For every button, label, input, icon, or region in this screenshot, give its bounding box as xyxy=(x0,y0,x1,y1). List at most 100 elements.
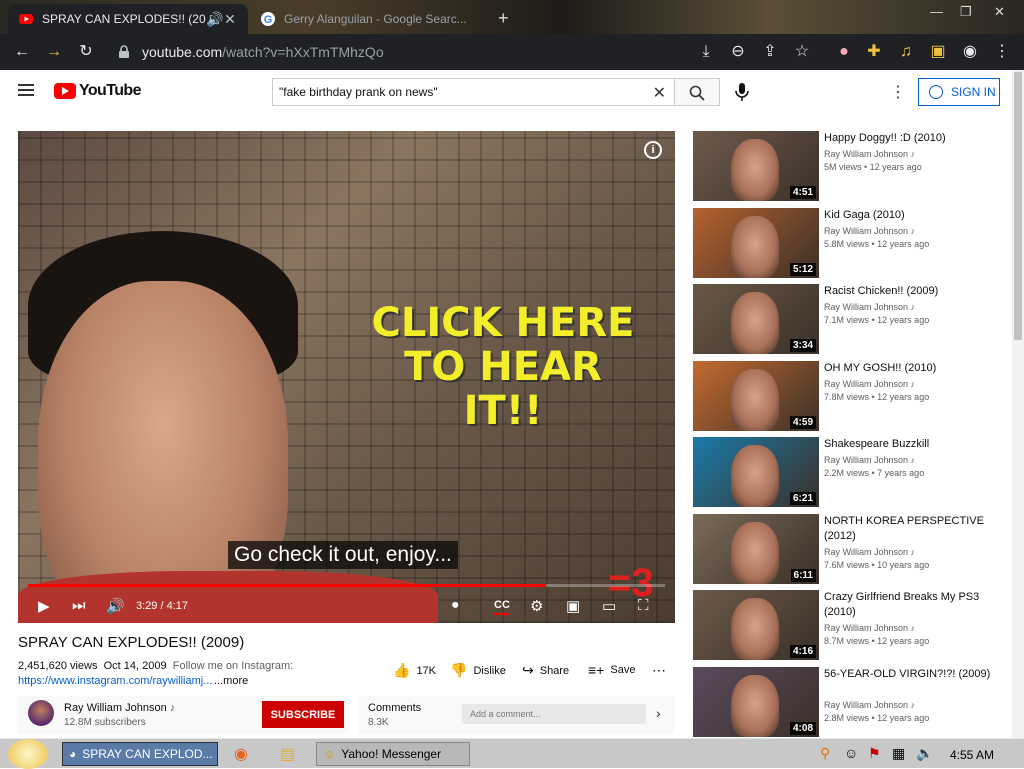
extensions-puzzle-icon[interactable]: ✚ xyxy=(862,40,886,64)
sign-in-button[interactable]: SIGN IN xyxy=(918,78,1000,106)
recommendation-channel[interactable]: Ray William Johnson ♪ xyxy=(824,623,915,633)
minimize-icon[interactable]: — xyxy=(930,4,943,19)
recommendation-item[interactable]: 4:51 Happy Doggy!! :D (2010) Ray William J… xyxy=(693,131,1003,201)
video-thumbnail[interactable]: 5:12 xyxy=(693,208,819,278)
youtube-logo-icon[interactable] xyxy=(54,83,76,99)
search-input[interactable]: "fake birthday prank on news" ✕ xyxy=(272,78,675,106)
recommendation-channel[interactable]: Ray William Johnson ♪ xyxy=(824,700,915,710)
speaker-icon[interactable]: 🔊 xyxy=(206,11,223,28)
theater-mode-icon[interactable]: ▭ xyxy=(602,597,616,617)
new-tab-icon[interactable]: + xyxy=(498,8,509,29)
recommendation-title[interactable]: OH MY GOSH!! (2010) xyxy=(824,361,1000,376)
recommendation-title[interactable]: Crazy Girlfriend Breaks My PS3 (2010) xyxy=(824,590,1000,620)
hamburger-menu-icon[interactable] xyxy=(18,84,34,96)
recommendation-channel[interactable]: Ray William Johnson ♪ xyxy=(824,455,915,465)
progress-bar[interactable] xyxy=(28,584,665,587)
install-icon[interactable]: ⤓ xyxy=(694,40,718,64)
playlist-icon[interactable]: ♫ xyxy=(894,40,918,64)
recommendation-title[interactable]: Shakespeare Buzzkill xyxy=(824,437,1000,452)
forward-icon[interactable]: → xyxy=(42,40,66,64)
next-icon[interactable]: ⏭ xyxy=(72,597,86,617)
taskbar-item-chrome[interactable]: ◕ SPRAY CAN EXPLOD... xyxy=(62,742,218,766)
settings-gear-icon[interactable]: ⚙ xyxy=(530,597,543,617)
search-tray-icon[interactable]: ⚲ xyxy=(820,745,830,762)
maximize-icon[interactable]: ❐ xyxy=(960,4,972,20)
subscribe-button[interactable]: SUBSCRIBE xyxy=(262,701,344,728)
clear-search-icon[interactable]: ✕ xyxy=(653,83,666,103)
recommendation-channel[interactable]: Ray William Johnson ♪ xyxy=(824,226,915,236)
close-window-icon[interactable]: ✕ xyxy=(994,4,1005,20)
save-button[interactable]: ≡+ Save xyxy=(588,662,635,678)
youtube-logo-text[interactable]: YouTube xyxy=(79,82,141,100)
recommendation-item[interactable]: 6:11 NORTH KOREA PERSPECTIVE (2012) Ray Wi… xyxy=(693,514,1003,584)
miniplayer-icon[interactable]: ▣ xyxy=(566,597,580,617)
messenger-tray-icon[interactable]: ☺ xyxy=(844,745,858,761)
comments-box[interactable]: Comments 8.3K Add a comment... › xyxy=(358,696,675,734)
recommendation-item[interactable]: 5:12 Kid Gaga (2010) Ray William Johnson ♪… xyxy=(693,208,1003,278)
video-thumbnail[interactable]: 4:08 xyxy=(693,667,819,737)
more-actions-icon[interactable]: ⋯ xyxy=(652,662,672,679)
firefox-icon[interactable]: ◉ xyxy=(234,744,248,764)
taskbar-item-yahoo-messenger[interactable]: ☺ Yahoo! Messenger xyxy=(316,742,470,766)
recommendation-title[interactable]: NORTH KOREA PERSPECTIVE (2012) xyxy=(824,514,1000,544)
tab-google-search[interactable]: G Gerry Alanguilan - Google Searc... xyxy=(250,4,490,34)
play-icon[interactable]: ▶ xyxy=(38,597,50,617)
instagram-link[interactable]: https://www.instagram.com/raywilliamj... xyxy=(18,675,212,687)
zoom-icon[interactable]: ⊖ xyxy=(726,40,750,64)
chevron-right-icon[interactable]: › xyxy=(656,705,661,721)
autoplay-toggle[interactable]: ⏺ xyxy=(452,597,459,617)
recommendation-item[interactable]: 6:21 Shakespeare Buzzkill Ray William John… xyxy=(693,437,1003,507)
tab-youtube[interactable]: SPRAY CAN EXPLODES!! (20... 🔊 ✕ xyxy=(8,4,248,34)
video-thumbnail[interactable]: 3:34 xyxy=(693,284,819,354)
fullscreen-icon[interactable]: ⛶ xyxy=(638,597,649,617)
share-page-icon[interactable]: ⇪ xyxy=(758,40,782,64)
settings-dots-icon[interactable]: ⋮ xyxy=(890,82,906,102)
recommendation-title[interactable]: Racist Chicken!! (2009) xyxy=(824,284,1000,299)
share-button[interactable]: ↪ Share xyxy=(522,662,569,679)
folder-icon[interactable]: ▤ xyxy=(280,744,295,764)
video-player[interactable]: CLICK HERE TO HEAR IT!! i Go check it ou… xyxy=(18,131,675,623)
flag-tray-icon[interactable]: ⚑ xyxy=(868,745,881,762)
recommendation-channel[interactable]: Ray William Johnson ♪ xyxy=(824,149,915,159)
video-thumbnail[interactable]: 6:21 xyxy=(693,437,819,507)
dislike-button[interactable]: 👎 Dislike xyxy=(450,662,506,679)
close-tab-icon[interactable]: ✕ xyxy=(222,11,238,28)
video-thumbnail[interactable]: 6:11 xyxy=(693,514,819,584)
video-thumbnail[interactable]: 4:16 xyxy=(693,590,819,660)
volume-icon[interactable]: 🔊 xyxy=(106,597,125,617)
reload-icon[interactable]: ↻ xyxy=(74,40,98,64)
recommendation-title[interactable]: Kid Gaga (2010) xyxy=(824,208,1000,223)
channel-name[interactable]: Ray William Johnson ♪ xyxy=(64,702,175,714)
search-button[interactable] xyxy=(675,78,720,106)
scrollbar-thumb[interactable] xyxy=(1014,72,1022,340)
comment-input[interactable]: Add a comment... xyxy=(462,704,646,724)
more-button[interactable]: ...more xyxy=(214,675,248,687)
info-icon[interactable]: i xyxy=(644,141,662,159)
recommendation-channel[interactable]: Ray William Johnson ♪ xyxy=(824,379,915,389)
recommendation-title[interactable]: 56-YEAR-OLD VIRGIN?!?! (2009) xyxy=(824,667,1000,682)
microphone-icon[interactable] xyxy=(734,82,750,102)
address-bar[interactable]: youtube.com/watch?v=hXxTmTMhzQo xyxy=(108,38,828,66)
page-scrollbar[interactable] xyxy=(1012,70,1024,738)
bookmark-star-icon[interactable]: ☆ xyxy=(790,40,814,64)
recommendation-item[interactable]: 3:34 Racist Chicken!! (2009) Ray William J… xyxy=(693,284,1003,354)
avatar[interactable] xyxy=(28,700,54,726)
start-button-icon[interactable] xyxy=(8,739,48,769)
volume-tray-icon[interactable]: 🔈 xyxy=(916,745,933,762)
video-thumbnail[interactable]: 4:51 xyxy=(693,131,819,201)
video-thumbnail[interactable]: 4:59 xyxy=(693,361,819,431)
sidepanel-icon[interactable]: ▣ xyxy=(926,40,950,64)
browser-menu-icon[interactable]: ⋮ xyxy=(990,40,1014,64)
extension-flag-icon[interactable]: ● xyxy=(832,40,856,64)
recommendation-item[interactable]: 4:08 56-YEAR-OLD VIRGIN?!?! (2009) Ray Wil… xyxy=(693,667,1003,737)
network-tray-icon[interactable]: ▦ xyxy=(892,745,905,762)
recommendation-title[interactable]: Happy Doggy!! :D (2010) xyxy=(824,131,1000,146)
like-button[interactable]: 👍 17K xyxy=(393,662,436,679)
recommendation-channel[interactable]: Ray William Johnson ♪ xyxy=(824,302,915,312)
back-icon[interactable]: ← xyxy=(10,40,34,64)
profile-icon[interactable]: ◉ xyxy=(958,40,982,64)
recommendation-item[interactable]: 4:16 Crazy Girlfriend Breaks My PS3 (2010… xyxy=(693,590,1003,660)
captions-button[interactable]: CC xyxy=(494,599,510,615)
recommendation-item[interactable]: 4:59 OH MY GOSH!! (2010) Ray William Johns… xyxy=(693,361,1003,431)
recommendation-channel[interactable]: Ray William Johnson ♪ xyxy=(824,547,915,557)
